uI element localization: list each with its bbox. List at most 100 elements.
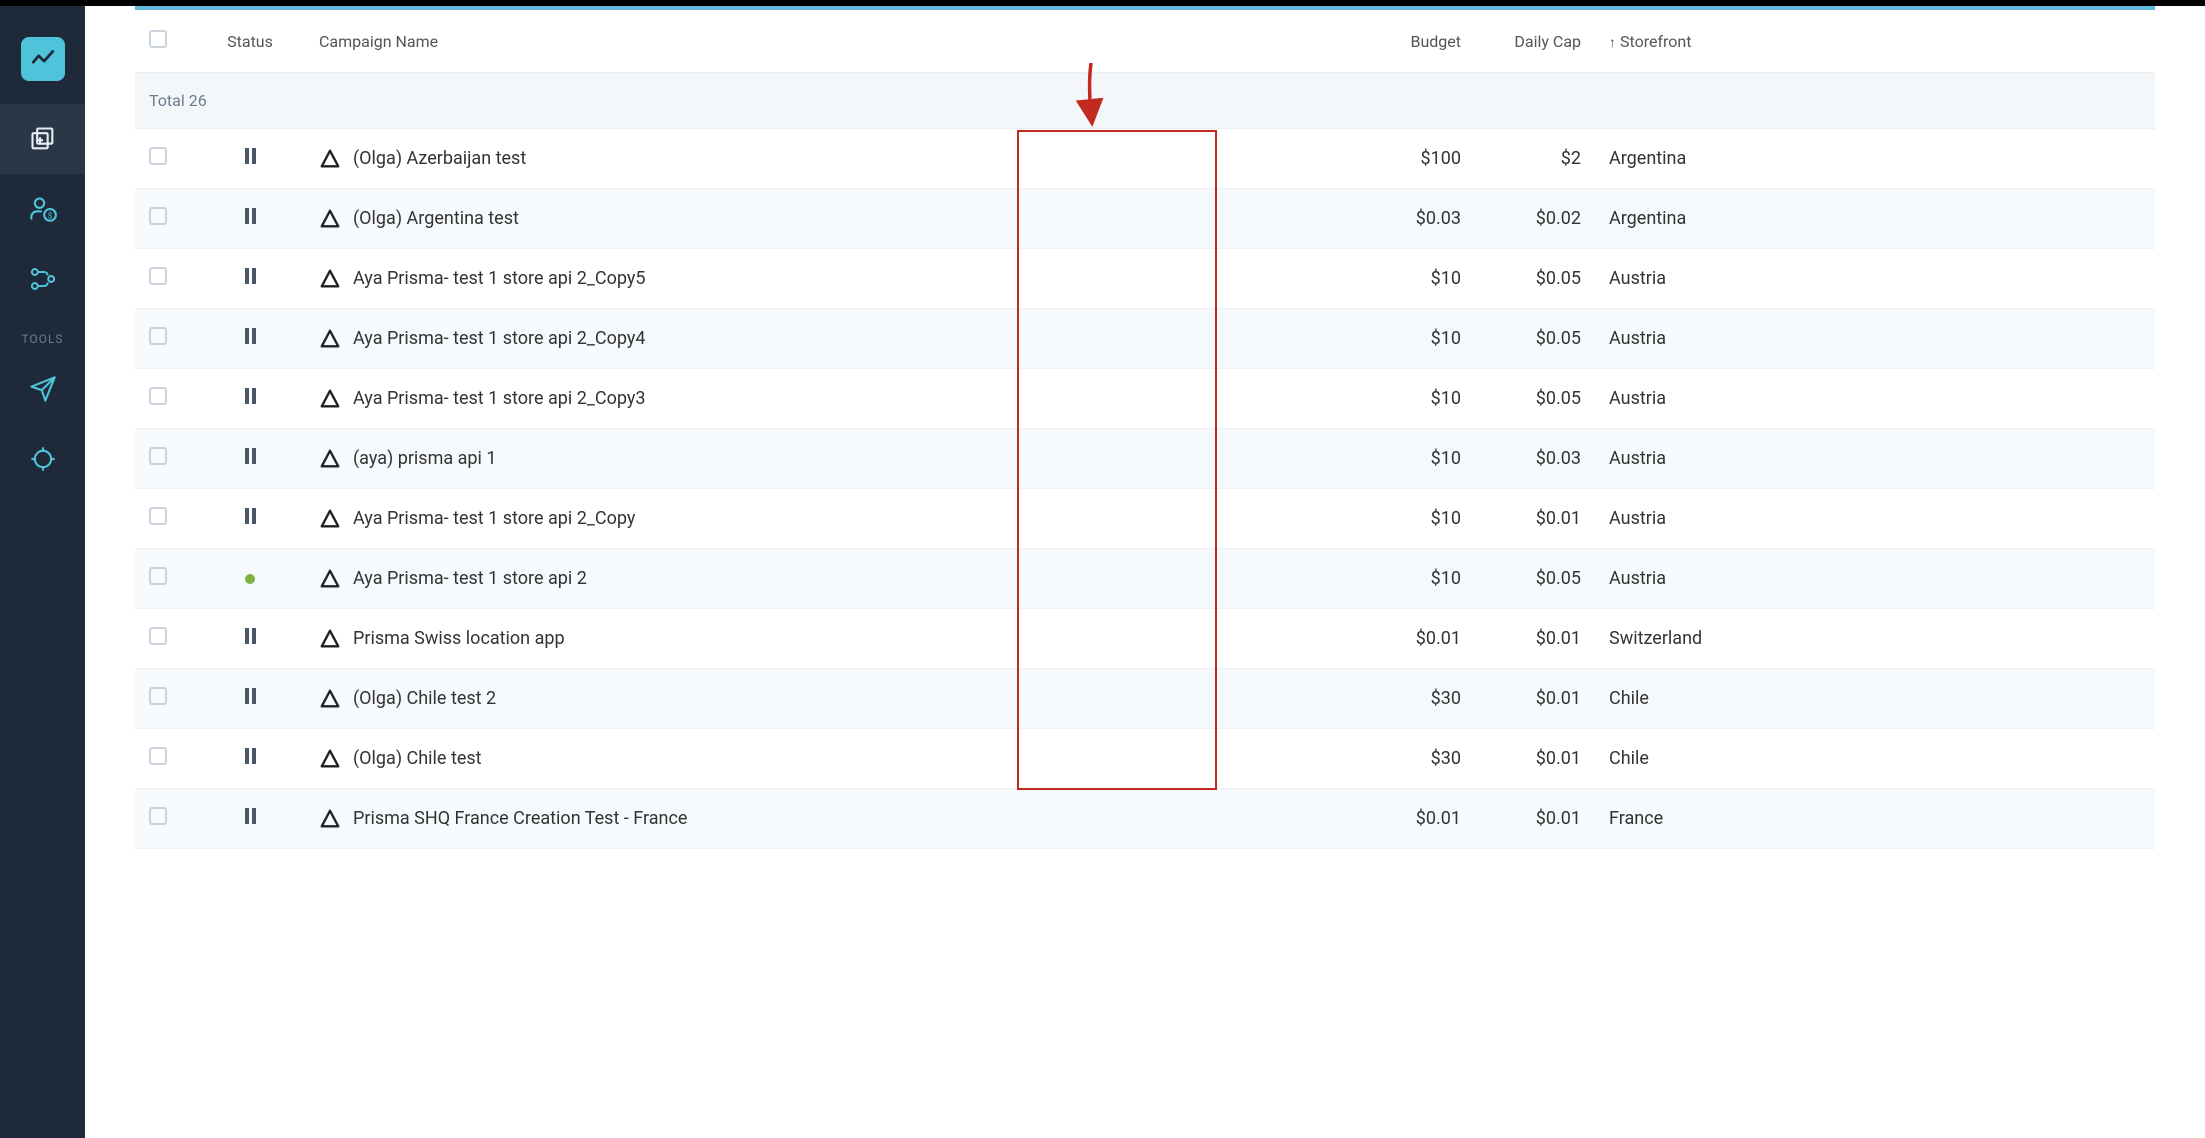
main-content: Status Campaign Name Budget Daily Cap ↑S… — [85, 6, 2205, 1138]
row-checkbox[interactable] — [149, 507, 167, 525]
row-budget: $0.01 — [1355, 789, 1475, 849]
campaign-name[interactable]: Aya Prisma- test 1 store api 2_Copy5 — [353, 268, 646, 289]
app-triangle-icon — [319, 748, 341, 770]
campaign-name[interactable]: Prisma Swiss location app — [353, 628, 565, 649]
summary-row: Total 26 — [135, 73, 2155, 129]
table-row[interactable]: (Olga) Chile test$30$0.01Chile — [135, 729, 2155, 789]
row-checkbox[interactable] — [149, 627, 167, 645]
row-status[interactable] — [195, 729, 305, 789]
row-status[interactable] — [195, 189, 305, 249]
row-budget: $10 — [1355, 489, 1475, 549]
table-header-row: Status Campaign Name Budget Daily Cap ↑S… — [135, 10, 2155, 73]
summary-total: Total 26 — [135, 73, 1355, 129]
row-storefront: Argentina — [1595, 129, 2155, 189]
table-row[interactable]: Aya Prisma- test 1 store api 2$10$0.05Au… — [135, 549, 2155, 609]
logo-icon — [21, 37, 65, 81]
app-triangle-icon — [319, 388, 341, 410]
row-status[interactable] — [195, 429, 305, 489]
campaign-name[interactable]: (Olga) Argentina test — [353, 208, 519, 229]
header-select-all[interactable] — [135, 10, 195, 73]
row-daily-cap: $0.01 — [1475, 669, 1595, 729]
table-row[interactable]: (Olga) Azerbaijan test$100$2Argentina — [135, 129, 2155, 189]
sidebar-item-structure[interactable] — [0, 244, 85, 314]
sidebar-logo[interactable] — [0, 24, 85, 94]
svg-text:$: $ — [47, 210, 52, 220]
campaigns-table-wrap: Status Campaign Name Budget Daily Cap ↑S… — [135, 6, 2155, 849]
row-storefront: Austria — [1595, 549, 2155, 609]
row-status[interactable] — [195, 669, 305, 729]
select-all-checkbox[interactable] — [149, 30, 167, 48]
nodes-icon — [29, 265, 57, 293]
row-checkbox[interactable] — [149, 567, 167, 585]
row-status[interactable] — [195, 489, 305, 549]
sidebar-item-send[interactable] — [0, 354, 85, 424]
row-budget: $0.01 — [1355, 609, 1475, 669]
table-row[interactable]: (Olga) Argentina test$0.03$0.02Argentina — [135, 189, 2155, 249]
row-checkbox[interactable] — [149, 447, 167, 465]
row-checkbox[interactable] — [149, 267, 167, 285]
campaign-name[interactable]: (Olga) Chile test 2 — [353, 688, 496, 709]
pause-icon — [245, 448, 256, 464]
row-status[interactable] — [195, 549, 305, 609]
app-triangle-icon — [319, 148, 341, 170]
row-storefront: Argentina — [1595, 189, 2155, 249]
row-daily-cap: $0.01 — [1475, 729, 1595, 789]
row-checkbox[interactable] — [149, 387, 167, 405]
campaign-name[interactable]: (Olga) Chile test — [353, 748, 482, 769]
campaign-name[interactable]: Aya Prisma- test 1 store api 2_Copy3 — [353, 388, 646, 409]
header-budget[interactable]: Budget — [1355, 10, 1475, 73]
table-row[interactable]: Aya Prisma- test 1 store api 2_Copy5$10$… — [135, 249, 2155, 309]
campaign-name[interactable]: Aya Prisma- test 1 store api 2_Copy — [353, 508, 635, 529]
table-row[interactable]: (aya) prisma api 1$10$0.03Austria — [135, 429, 2155, 489]
campaign-name[interactable]: Aya Prisma- test 1 store api 2 — [353, 568, 587, 589]
campaign-name[interactable]: (Olga) Azerbaijan test — [353, 148, 526, 169]
row-checkbox[interactable] — [149, 207, 167, 225]
row-checkbox[interactable] — [149, 147, 167, 165]
person-dollar-icon: $ — [29, 195, 57, 223]
table-row[interactable]: Prisma Swiss location app$0.01$0.01Switz… — [135, 609, 2155, 669]
row-storefront: Chile — [1595, 729, 2155, 789]
row-checkbox[interactable] — [149, 747, 167, 765]
crosshair-icon — [29, 445, 57, 473]
campaign-name[interactable]: (aya) prisma api 1 — [353, 448, 497, 469]
table-row[interactable]: (Olga) Chile test 2$30$0.01Chile — [135, 669, 2155, 729]
app-triangle-icon — [319, 628, 341, 650]
row-status[interactable] — [195, 609, 305, 669]
row-checkbox[interactable] — [149, 327, 167, 345]
header-daily-cap[interactable]: Daily Cap — [1475, 10, 1595, 73]
row-status[interactable] — [195, 789, 305, 849]
paper-plane-icon — [29, 375, 57, 403]
pause-icon — [245, 748, 256, 764]
row-status[interactable] — [195, 129, 305, 189]
pause-icon — [245, 328, 256, 344]
row-status[interactable] — [195, 369, 305, 429]
row-storefront: Austria — [1595, 369, 2155, 429]
app-triangle-icon — [319, 808, 341, 830]
sidebar-item-budget[interactable]: $ — [0, 174, 85, 244]
table-row[interactable]: Aya Prisma- test 1 store api 2_Copy4$10$… — [135, 309, 2155, 369]
pause-icon — [245, 208, 256, 224]
row-daily-cap: $0.02 — [1475, 189, 1595, 249]
pause-icon — [245, 808, 256, 824]
row-daily-cap: $0.05 — [1475, 309, 1595, 369]
table-row[interactable]: Prisma SHQ France Creation Test - France… — [135, 789, 2155, 849]
header-storefront[interactable]: ↑Storefront — [1595, 10, 2155, 73]
row-status[interactable] — [195, 309, 305, 369]
row-checkbox[interactable] — [149, 807, 167, 825]
sidebar-item-target[interactable] — [0, 424, 85, 494]
sidebar-item-campaigns[interactable] — [0, 104, 85, 174]
row-daily-cap: $0.01 — [1475, 489, 1595, 549]
table-row[interactable]: Aya Prisma- test 1 store api 2_Copy $10$0… — [135, 489, 2155, 549]
campaign-name[interactable]: Prisma SHQ France Creation Test - France — [353, 808, 687, 829]
header-campaign-name[interactable]: Campaign Name — [305, 10, 1355, 73]
pause-icon — [245, 148, 256, 164]
campaign-name[interactable]: Aya Prisma- test 1 store api 2_Copy4 — [353, 328, 646, 349]
row-status[interactable] — [195, 249, 305, 309]
header-status[interactable]: Status — [195, 10, 305, 73]
table-row[interactable]: Aya Prisma- test 1 store api 2_Copy3$10$… — [135, 369, 2155, 429]
row-storefront: Austria — [1595, 249, 2155, 309]
sidebar-section-tools-label: TOOLS — [0, 332, 85, 346]
row-checkbox[interactable] — [149, 687, 167, 705]
row-storefront: Chile — [1595, 669, 2155, 729]
row-storefront: Austria — [1595, 489, 2155, 549]
